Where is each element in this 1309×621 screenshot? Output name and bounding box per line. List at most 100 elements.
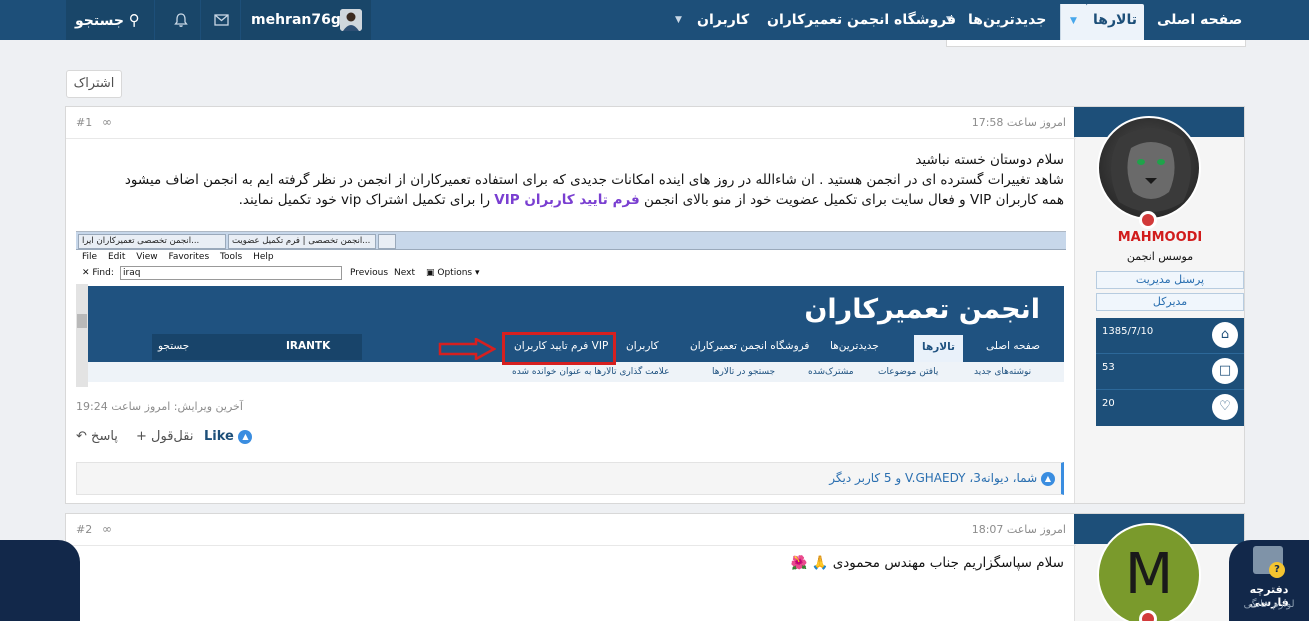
post-date[interactable]: امروز ساعت 17:58 bbox=[972, 116, 1066, 129]
user-stats: 1385/7/10 ⌂ 53 □ 20 ♡ bbox=[1096, 318, 1244, 426]
help-badge-icon: ? bbox=[1269, 562, 1285, 578]
menu-item: File bbox=[82, 252, 98, 262]
reactions-bar[interactable]: ▲ شما، دیوانه3، V.GHAEDY و 5 کاربر دیگر bbox=[76, 462, 1064, 495]
browser-menu: File Edit View Favorites Tools Help bbox=[82, 252, 282, 262]
thumbs-up-icon: ▲ bbox=[238, 429, 253, 444]
menu-item: Favorites bbox=[168, 252, 210, 262]
shot-nav-search: جستجو bbox=[158, 340, 190, 352]
nav-members-caret-icon[interactable]: ▼ bbox=[675, 0, 682, 40]
attached-screenshot[interactable]: انجمن تخصصی تعمیرکاران ایرا... انجمن تخص… bbox=[76, 231, 1066, 387]
forum-logo: انجمن تعمیرکاران bbox=[804, 294, 1040, 325]
status-indicator-icon bbox=[1139, 610, 1157, 621]
manual-widget[interactable]: ? دفترچه فارسی لوازم خانگی bbox=[1229, 540, 1309, 621]
top-navigation: صفحه اصلی تالارها ▼ جدیدترین‌ها ▼ فروشگا… bbox=[0, 0, 1309, 40]
reactions-summary[interactable]: ▲ شما، دیوانه3، V.GHAEDY و 5 کاربر دیگر bbox=[829, 471, 1055, 486]
browser-tabs: انجمن تخصصی تعمیرکاران ایرا... انجمن تخص… bbox=[76, 232, 1066, 250]
highlight-box bbox=[502, 332, 616, 365]
find-label: Find: bbox=[92, 268, 114, 278]
widget-subtitle: لوازم خانگی bbox=[1243, 599, 1295, 610]
nav-divider bbox=[154, 0, 155, 40]
avatar[interactable]: M bbox=[1097, 523, 1201, 621]
user-panel: M bbox=[1074, 514, 1244, 621]
account-username[interactable]: mehran76gh bbox=[251, 0, 351, 40]
search-icon: ⚲ bbox=[128, 11, 140, 29]
heart-icon: ♡ bbox=[1212, 394, 1238, 420]
envelope-icon[interactable] bbox=[202, 0, 240, 40]
post-line: سلام سپاسگزاریم جناب مهندس محمودی 🙏 🌺 bbox=[790, 555, 1064, 571]
find-input: iraq bbox=[120, 266, 342, 280]
nav-members[interactable]: کاربران bbox=[697, 0, 749, 40]
post-content: سلام دوستان خسته نباشید شاهد تغییرات گست… bbox=[74, 150, 1064, 210]
avatar[interactable] bbox=[340, 9, 362, 31]
quote-button[interactable]: + نقل‌قول bbox=[136, 429, 193, 444]
shot-sub-item: یافتن موضوعات bbox=[878, 367, 939, 377]
last-edited: آخرین ویرایش: امروز ساعت 19:24 bbox=[76, 400, 243, 413]
post-line: سلام دوستان خسته نباشید bbox=[915, 152, 1064, 168]
scrollbar-thumb bbox=[77, 314, 87, 328]
reactions-users: شما، دیوانه3، V.GHAEDY و 5 کاربر دیگر bbox=[829, 471, 1038, 485]
stat-value: 20 bbox=[1102, 398, 1115, 409]
find-next: Next bbox=[394, 268, 415, 278]
share-icon[interactable]: ∞ bbox=[102, 115, 112, 129]
stat-value: 1385/7/10 bbox=[1102, 326, 1154, 337]
post-header: امروز ساعت 17:58 #1 ∞ bbox=[66, 107, 1076, 139]
like-label: Like bbox=[204, 429, 234, 444]
post-text: را برای تکمیل اشتراک vip خود تکمیل نماین… bbox=[238, 192, 495, 208]
nav-divider bbox=[200, 0, 201, 40]
post-line: شاهد تغییرات گسترده ای در انجمن هستید . … bbox=[124, 172, 1064, 188]
nav-forums-caret-icon[interactable]: ▼ bbox=[1060, 4, 1086, 40]
reply-label: پاسخ bbox=[91, 429, 118, 444]
stat-messages: 53 □ bbox=[1096, 354, 1244, 390]
bell-icon[interactable] bbox=[162, 0, 200, 40]
menu-item: View bbox=[136, 252, 158, 262]
stat-reactions: 20 ♡ bbox=[1096, 390, 1244, 426]
nav-divider bbox=[240, 0, 241, 40]
forum-subnav-screenshot: نوشته‌های جدید یافتن موضوعات مشترک‌شده ج… bbox=[88, 362, 1064, 382]
menu-item: Help bbox=[253, 252, 274, 262]
user-title: موسس انجمن bbox=[1126, 250, 1194, 263]
username[interactable]: MAHMOODI bbox=[1075, 230, 1245, 245]
nav-latest[interactable]: جدیدترین‌ها bbox=[968, 0, 1046, 40]
shot-sub-item: علامت گذاری تالارها به عنوان خوانده شده bbox=[512, 367, 670, 377]
nav-home[interactable]: صفحه اصلی bbox=[1157, 0, 1242, 40]
plus-icon: + bbox=[136, 429, 147, 444]
user-banner: مدیرکل bbox=[1096, 293, 1244, 311]
nav-forums[interactable]: تالارها bbox=[1086, 4, 1144, 40]
stat-joined: 1385/7/10 ⌂ bbox=[1096, 318, 1244, 354]
user-panel: MAHMOODI موسس انجمن پرسنل مدیریت مدیرکل … bbox=[1074, 107, 1244, 503]
arrow-icon bbox=[438, 338, 496, 360]
share-button[interactable]: اشتراک bbox=[66, 70, 122, 98]
like-button[interactable]: Like ▲ bbox=[204, 429, 253, 444]
stat-value: 53 bbox=[1102, 362, 1115, 373]
post-number[interactable]: #2 bbox=[76, 523, 92, 536]
message-icon: □ bbox=[1212, 358, 1238, 384]
quote-label: نقل‌قول bbox=[151, 429, 194, 444]
post-text: همه کاربران VIP و فعال سایت برای تکمیل ع… bbox=[639, 192, 1064, 208]
post-content: سلام سپاسگزاریم جناب مهندس محمودی 🙏 🌺 bbox=[74, 553, 1064, 573]
post-number[interactable]: #1 bbox=[76, 116, 92, 129]
browser-tab: انجمن تخصصی | فرم تکمیل عضویت... bbox=[228, 234, 376, 249]
corner-widget-left[interactable] bbox=[0, 540, 80, 621]
post: MAHMOODI موسس انجمن پرسنل مدیریت مدیرکل … bbox=[65, 106, 1245, 504]
shot-nav-store: فروشگاه انجمن تعمیرکاران bbox=[690, 340, 810, 352]
home-icon: ⌂ bbox=[1212, 322, 1238, 348]
find-options: ▣ Options ▾ bbox=[426, 268, 480, 278]
avatar[interactable] bbox=[1097, 116, 1201, 220]
post: M امروز ساعت 18:07 #2 ∞ سلام سپاسگزاریم … bbox=[65, 513, 1245, 621]
reply-button[interactable]: ↶ پاسخ bbox=[76, 429, 118, 444]
post-header: امروز ساعت 18:07 #2 ∞ bbox=[66, 514, 1076, 546]
menu-item: Tools bbox=[220, 252, 243, 262]
options-label: Options bbox=[437, 268, 473, 278]
nav-store[interactable]: فروشگاه انجمن تعمیرکاران bbox=[767, 0, 956, 40]
find-bar: ✕ Find: bbox=[82, 268, 114, 278]
shot-sub-item: جستجو در تالارها bbox=[712, 367, 776, 377]
share-icon[interactable]: ∞ bbox=[102, 522, 112, 536]
shot-sub-item: مشترک‌شده bbox=[808, 367, 854, 377]
post-date[interactable]: امروز ساعت 18:07 bbox=[972, 523, 1066, 536]
search-button[interactable]: جستجو ⚲ bbox=[75, 0, 140, 40]
search-label: جستجو bbox=[75, 13, 124, 29]
reply-icon: ↶ bbox=[76, 429, 87, 444]
shot-nav-members: کاربران bbox=[626, 340, 659, 352]
vip-form-link[interactable]: فرم تایید کاربران VIP bbox=[494, 192, 639, 208]
shot-nav-forums: تالارها bbox=[914, 335, 963, 362]
